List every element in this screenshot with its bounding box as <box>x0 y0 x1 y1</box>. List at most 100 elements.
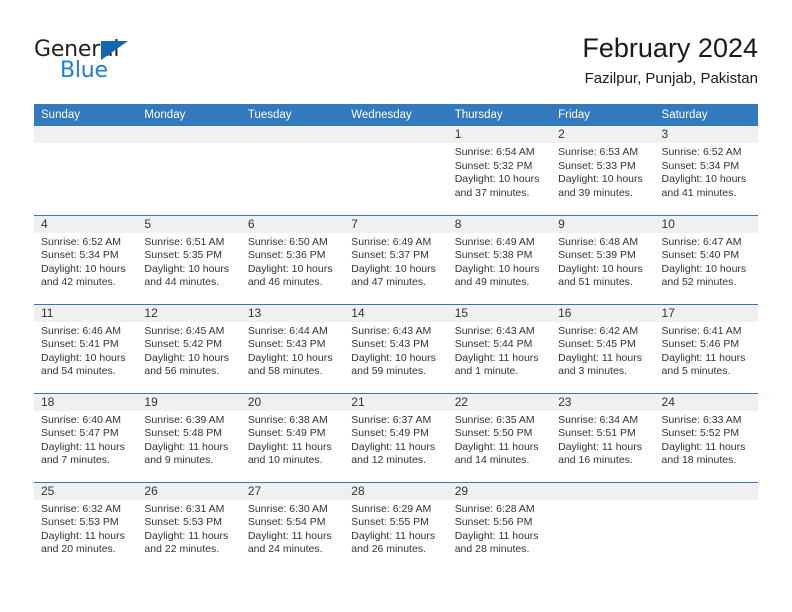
day-details <box>655 500 758 503</box>
day-details: Sunrise: 6:45 AM Sunset: 5:42 PM Daylight:… <box>137 322 240 379</box>
daylight-text-line2: and 26 minutes. <box>351 543 426 555</box>
calendar-day-cell[interactable]: 21 Sunrise: 6:37 AM Sunset: 5:49 PM Dayligh… <box>344 392 448 482</box>
calendar-day-cell[interactable]: 2 Sunrise: 6:53 AM Sunset: 5:33 PM Daylight… <box>551 126 655 215</box>
calendar-day-cell[interactable]: 7 Sunrise: 6:49 AM Sunset: 5:37 PM Daylight… <box>344 214 448 304</box>
day-number: 1 <box>447 126 552 143</box>
sunrise-text: Sunrise: 6:46 AM <box>41 324 121 337</box>
calendar-day-cell[interactable]: 5 Sunrise: 6:51 AM Sunset: 5:35 PM Daylight… <box>137 214 241 304</box>
calendar-day-cell[interactable]: 14 Sunrise: 6:43 AM Sunset: 5:43 PM Dayligh… <box>344 303 448 393</box>
page-subtitle: Fazilpur, Punjab, Pakistan <box>584 70 758 87</box>
day-details: Sunrise: 6:42 AM Sunset: 5:45 PM Daylight:… <box>551 322 654 379</box>
calendar-day-cell[interactable]: 4 Sunrise: 6:52 AM Sunset: 5:34 PM Daylight… <box>34 214 138 304</box>
day-number: 15 <box>447 304 552 322</box>
daylight-text-line2: and 24 minutes. <box>247 543 323 555</box>
daylight-text-line1: Daylight: 10 hours <box>41 351 126 364</box>
day-number: 24 <box>654 393 758 411</box>
sunrise-text: Sunrise: 6:52 AM <box>661 146 742 158</box>
daylight-text-line2: and 49 minutes. <box>454 276 530 288</box>
calendar-day-cell[interactable]: 19 Sunrise: 6:39 AM Sunset: 5:48 PM Dayligh… <box>137 392 241 482</box>
sunset-text: Sunset: 5:36 PM <box>247 249 326 261</box>
calendar-day-cell[interactable]: 26 Sunrise: 6:31 AM Sunset: 5:53 PM Dayligh… <box>137 481 241 571</box>
daylight-text-line2: and 41 minutes. <box>661 186 737 199</box>
day-details: Sunrise: 6:32 AM Sunset: 5:53 PM Daylight:… <box>34 500 137 557</box>
daylight-text-line1: Daylight: 11 hours <box>41 440 125 453</box>
calendar-day-cell[interactable]: 9 Sunrise: 6:48 AM Sunset: 5:39 PM Daylight… <box>551 214 655 304</box>
sunset-text: Sunset: 5:53 PM <box>144 516 223 528</box>
day-number: 16 <box>551 304 655 322</box>
calendar-day-cell[interactable]: 10 Sunrise: 6:47 AM Sunset: 5:40 PM Dayligh… <box>654 214 758 304</box>
sunrise-text: Sunrise: 6:45 AM <box>144 324 225 337</box>
weekday-header-saturday: Saturday <box>654 104 758 126</box>
daylight-text-line1: Daylight: 10 hours <box>247 351 333 364</box>
day-details: Sunrise: 6:52 AM Sunset: 5:34 PM Daylight:… <box>655 143 758 200</box>
day-details: Sunrise: 6:33 AM Sunset: 5:52 PM Daylight:… <box>655 411 758 468</box>
daylight-text-line2: and 12 minutes. <box>351 454 426 466</box>
calendar-day-cell-empty <box>551 481 655 571</box>
daylight-text-line1: Daylight: 11 hours <box>558 351 642 364</box>
calendar-day-cell[interactable]: 25 Sunrise: 6:32 AM Sunset: 5:53 PM Dayligh… <box>34 481 138 571</box>
day-details: Sunrise: 6:53 AM Sunset: 5:33 PM Daylight:… <box>551 143 654 200</box>
calendar-day-cell[interactable]: 12 Sunrise: 6:45 AM Sunset: 5:42 PM Dayligh… <box>137 303 241 393</box>
daylight-text-line1: Daylight: 11 hours <box>454 351 539 364</box>
day-details: Sunrise: 6:54 AM Sunset: 5:32 PM Daylight:… <box>448 143 551 200</box>
daylight-text-line2: and 52 minutes. <box>661 276 737 288</box>
sunrise-text: Sunrise: 6:50 AM <box>247 235 328 248</box>
sunset-text: Sunset: 5:37 PM <box>351 249 429 261</box>
sunset-text: Sunset: 5:56 PM <box>454 516 533 528</box>
daylight-text-line2: and 9 minutes. <box>144 454 214 466</box>
sunrise-text: Sunrise: 6:29 AM <box>351 502 432 515</box>
calendar-day-cell[interactable]: 11 Sunrise: 6:46 AM Sunset: 5:41 PM Dayligh… <box>34 303 138 393</box>
day-number: 28 <box>344 482 448 500</box>
day-details: Sunrise: 6:48 AM Sunset: 5:39 PM Daylight:… <box>551 233 654 290</box>
day-number: 21 <box>344 393 448 411</box>
daylight-text-line1: Daylight: 11 hours <box>351 440 436 453</box>
calendar-page: General Blue February 2024 Fazilpur, Pun… <box>0 0 792 612</box>
daylight-text-line2: and 39 minutes. <box>558 186 633 199</box>
sunset-text: Sunset: 5:33 PM <box>558 159 636 172</box>
sunset-text: Sunset: 5:42 PM <box>144 338 223 350</box>
calendar-day-cell[interactable]: 1 Sunrise: 6:54 AM Sunset: 5:32 PM Daylight… <box>447 126 552 215</box>
calendar-day-cell[interactable]: 8 Sunrise: 6:49 AM Sunset: 5:38 PM Daylight… <box>447 214 552 304</box>
calendar-day-cell[interactable]: 13 Sunrise: 6:44 AM Sunset: 5:43 PM Dayligh… <box>240 303 345 393</box>
day-details: Sunrise: 6:29 AM Sunset: 5:55 PM Daylight:… <box>344 500 447 557</box>
day-details: Sunrise: 6:47 AM Sunset: 5:40 PM Daylight:… <box>655 233 758 290</box>
calendar-day-cell-empty <box>344 126 448 215</box>
daylight-text-line2: and 7 minutes. <box>41 454 110 466</box>
daylight-text-line2: and 20 minutes. <box>41 543 116 555</box>
calendar-day-cell[interactable]: 23 Sunrise: 6:34 AM Sunset: 5:51 PM Dayligh… <box>551 392 655 482</box>
calendar-week-row: 11 Sunrise: 6:46 AM Sunset: 5:41 PM Dayligh… <box>34 303 758 393</box>
logo-text-blue: Blue <box>60 58 108 83</box>
calendar-day-cell[interactable]: 29 Sunrise: 6:28 AM Sunset: 5:56 PM Dayligh… <box>447 481 552 571</box>
sunset-text: Sunset: 5:50 PM <box>454 427 533 439</box>
calendar-day-cell[interactable]: 28 Sunrise: 6:29 AM Sunset: 5:55 PM Dayligh… <box>344 481 448 571</box>
calendar-day-cell[interactable]: 18 Sunrise: 6:40 AM Sunset: 5:47 PM Dayligh… <box>34 392 138 482</box>
daylight-text-line1: Daylight: 10 hours <box>661 173 747 185</box>
calendar-day-cell[interactable]: 24 Sunrise: 6:33 AM Sunset: 5:52 PM Dayligh… <box>654 392 758 482</box>
calendar-day-cell[interactable]: 27 Sunrise: 6:30 AM Sunset: 5:54 PM Dayligh… <box>240 481 345 571</box>
weekday-header-tuesday: Tuesday <box>240 104 345 126</box>
sunrise-text: Sunrise: 6:49 AM <box>454 235 535 248</box>
calendar-day-cell[interactable]: 15 Sunrise: 6:43 AM Sunset: 5:44 PM Dayligh… <box>447 303 552 393</box>
sunset-text: Sunset: 5:44 PM <box>454 338 533 350</box>
daylight-text-line2: and 5 minutes. <box>661 365 731 377</box>
sunset-text: Sunset: 5:41 PM <box>41 338 119 350</box>
calendar-day-cell[interactable]: 17 Sunrise: 6:41 AM Sunset: 5:46 PM Dayligh… <box>654 303 758 393</box>
sunset-text: Sunset: 5:49 PM <box>247 427 326 439</box>
day-details: Sunrise: 6:52 AM Sunset: 5:34 PM Daylight:… <box>34 233 137 290</box>
day-number: 8 <box>447 215 552 233</box>
general-blue-logo[interactable]: General Blue <box>34 38 154 86</box>
sunrise-text: Sunrise: 6:43 AM <box>454 324 535 337</box>
day-number: 19 <box>137 393 241 411</box>
day-number: 26 <box>137 482 241 500</box>
daylight-text-line1: Daylight: 10 hours <box>558 262 643 275</box>
calendar-day-cell[interactable]: 20 Sunrise: 6:38 AM Sunset: 5:49 PM Dayligh… <box>240 392 345 482</box>
calendar-day-cell[interactable]: 22 Sunrise: 6:35 AM Sunset: 5:50 PM Dayligh… <box>447 392 552 482</box>
daylight-text-line2: and 10 minutes. <box>247 454 323 466</box>
day-details <box>344 143 447 146</box>
sunset-text: Sunset: 5:38 PM <box>454 249 533 261</box>
sunset-text: Sunset: 5:55 PM <box>351 516 429 528</box>
calendar-day-cell[interactable]: 16 Sunrise: 6:42 AM Sunset: 5:45 PM Dayligh… <box>551 303 655 393</box>
calendar-day-cell[interactable]: 6 Sunrise: 6:50 AM Sunset: 5:36 PM Daylight… <box>240 214 345 304</box>
daylight-text-line1: Daylight: 11 hours <box>247 529 332 542</box>
calendar-day-cell[interactable]: 3 Sunrise: 6:52 AM Sunset: 5:34 PM Daylight… <box>654 126 758 215</box>
